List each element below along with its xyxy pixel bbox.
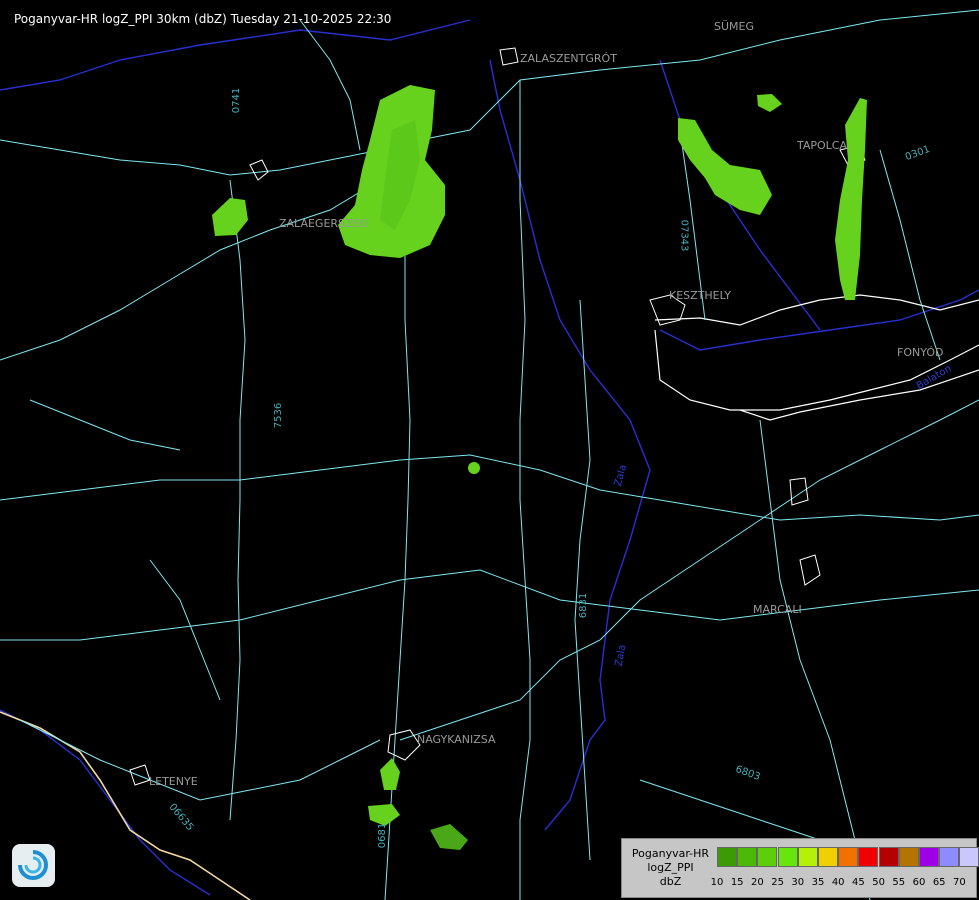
city-label-zalaszentgrot: ZALASZENTGRÓT	[520, 52, 617, 65]
reflectivity-legend: Poganyvar-HR logZ_PPI dbZ 10 15 20 25 30 35 40…	[621, 838, 979, 898]
legend-swatch	[717, 847, 737, 867]
city-label-nagykanizsa: NAGYKANIZSA	[417, 733, 496, 746]
radar-echoes	[212, 85, 867, 850]
swirl-icon	[18, 850, 48, 880]
road-label: 07343	[678, 219, 690, 252]
road-label: 0741	[231, 87, 243, 114]
road-label: 0681	[377, 822, 389, 849]
road-label: 7536	[273, 402, 285, 429]
legend-line-unit: dbZ	[659, 875, 682, 888]
city-label-fonyod: FONYÓD	[897, 346, 944, 359]
city-label-sumeg: SÜMEG	[714, 20, 754, 33]
legend-tick-label: 70	[953, 877, 966, 888]
legend-swatch	[838, 847, 859, 867]
weather-service-logo	[12, 844, 55, 887]
legend-swatch	[797, 847, 818, 867]
legend-swatch	[737, 847, 758, 867]
legend-title: Poganyvar-HR logZ_PPI dbZ	[628, 847, 713, 889]
radar-map	[0, 9, 979, 900]
legend-swatch	[919, 847, 939, 867]
road-label: 6831	[578, 592, 590, 619]
city-label-keszthely: KESZTHELY	[669, 289, 732, 302]
legend-swatch	[757, 847, 778, 867]
legend-swatch	[777, 847, 798, 867]
legend-swatch	[818, 847, 838, 867]
city-label-zalaegerszeg: ZALAEGERSZEG	[279, 217, 369, 230]
city-label-marcali: MARCALI	[753, 603, 802, 616]
legend-swatch	[939, 847, 960, 867]
city-label-tapolca: TAPOLCA	[797, 139, 848, 152]
legend-swatch	[959, 847, 979, 867]
legend-swatch	[878, 847, 899, 867]
legend-line-product: logZ_PPI	[647, 861, 694, 874]
legend-swatch	[898, 847, 919, 867]
legend-swatch	[858, 847, 879, 867]
radar-title: Poganyvar-HR logZ_PPI 30km (dbZ) Tuesday…	[14, 12, 392, 26]
city-label-letenye: LETENYE	[149, 775, 198, 788]
legend-line-station: Poganyvar-HR	[631, 847, 710, 860]
